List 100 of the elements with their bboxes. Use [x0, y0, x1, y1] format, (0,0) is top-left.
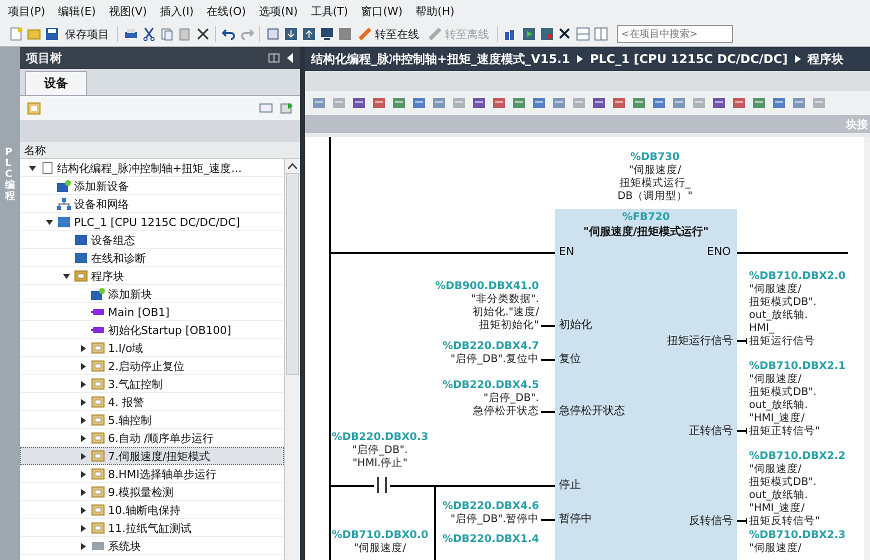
menu-item[interactable]: 工具(T) [310, 4, 348, 18]
tree-item[interactable]: 添加新设备 [74, 178, 129, 194]
editor-tool-icon[interactable] [791, 96, 807, 110]
search-field[interactable]: <在项目中搜索> [617, 25, 733, 43]
stop-cpu-icon[interactable] [539, 26, 554, 42]
editor-tool-icon[interactable] [531, 96, 547, 110]
operand-address: %DB710.DBX2.1 [749, 360, 847, 373]
collapsed-arrow-icon[interactable] [80, 542, 88, 550]
editor-tool-icon[interactable] [431, 96, 447, 110]
save-project-button[interactable]: 保存项目 [62, 26, 112, 42]
go-online-button[interactable]: 转至在线 [355, 26, 422, 42]
tree-item[interactable]: 在线和诊断 [91, 250, 146, 266]
editor-tool-icon[interactable] [351, 96, 367, 110]
collapsed-arrow-icon[interactable] [80, 344, 88, 352]
tree-item[interactable]: 设备和网络 [74, 196, 129, 212]
tree-item[interactable]: 8.HMI选择轴单步运行 [108, 466, 217, 482]
tree-item[interactable]: Main [OB1] [108, 306, 170, 318]
tree-item[interactable]: PLC_1 [CPU 1215C DC/DC/DC] [74, 216, 240, 228]
collapse-icon[interactable] [286, 53, 294, 63]
editor-tool-icon[interactable] [671, 96, 687, 110]
menu-item[interactable]: 在线(O) [206, 4, 246, 18]
expanded-arrow-icon[interactable] [46, 218, 54, 226]
editor-tool-icon[interactable] [391, 96, 407, 110]
start-cpu-icon[interactable] [521, 26, 536, 42]
export-icon[interactable] [279, 100, 294, 116]
save-icon[interactable] [44, 26, 59, 42]
monitor-icon[interactable] [319, 26, 334, 42]
undo-icon[interactable] [221, 26, 236, 42]
editor-tool-icon[interactable] [631, 96, 647, 110]
split-horizontal-icon[interactable] [575, 26, 590, 42]
breadcrumb-item[interactable]: 程序块 [808, 50, 844, 68]
collapsed-arrow-icon[interactable] [80, 488, 88, 496]
menu-item[interactable]: 视图(V) [108, 4, 147, 18]
scroll-up-icon[interactable] [288, 163, 297, 169]
tree-item[interactable]: 6.自动 /顺序单步运行 [108, 430, 214, 446]
tree-item[interactable]: 2.启动停止复位 [108, 358, 184, 374]
breadcrumb-item[interactable]: PLC_1 [CPU 1215C DC/DC/DC] [590, 52, 788, 66]
menu-item[interactable]: 项目(P) [8, 4, 46, 18]
breadcrumb-item[interactable]: 结构化编程_脉冲控制轴+扭矩_速度模式_V15.1 [311, 50, 570, 68]
new-project-icon[interactable] [8, 26, 23, 42]
tree-item[interactable]: 程序块 [91, 268, 124, 284]
overview-icon[interactable] [258, 100, 273, 116]
close-icon[interactable] [557, 26, 572, 42]
collapsed-arrow-icon[interactable] [80, 506, 88, 514]
tree-item[interactable]: 1.I/o域 [108, 340, 144, 356]
editor-tool-icon[interactable] [511, 96, 527, 110]
editor-tool-icon[interactable] [591, 96, 607, 110]
tree-item[interactable]: 设备组态 [91, 232, 135, 248]
editor-tool-icon[interactable] [711, 96, 727, 110]
collapsed-arrow-icon[interactable] [80, 380, 88, 388]
tree-item[interactable]: 10.轴断电保持 [108, 502, 180, 518]
collapsed-arrow-icon[interactable] [80, 416, 88, 424]
tree-item[interactable]: 结构化编程_脉冲控制轴+扭矩_速度... [57, 160, 242, 176]
menu-item[interactable]: 帮助(H) [416, 4, 454, 18]
delete-icon[interactable] [195, 26, 210, 42]
tree-item[interactable]: 9.模拟量检测 [108, 484, 174, 500]
panel-layout-icon[interactable] [268, 53, 280, 63]
download-icon[interactable] [283, 26, 298, 42]
menu-item[interactable]: 插入(I) [160, 4, 194, 18]
tree-item[interactable]: 11.拉纸气缸测试 [108, 520, 192, 536]
editor-tool-icon[interactable] [651, 96, 667, 110]
column-header[interactable]: 名称 [24, 142, 46, 158]
upload-icon[interactable] [301, 26, 316, 42]
tree-item[interactable]: 3.气缸控制 [108, 376, 162, 392]
editor-tool-icon[interactable] [731, 96, 747, 110]
editor-tool-icon[interactable] [411, 96, 427, 110]
tree-item[interactable]: 4. 报警 [108, 394, 144, 410]
editor-tool-icon[interactable] [771, 96, 787, 110]
tab[interactable]: 设备 [25, 71, 87, 95]
collapsed-arrow-icon[interactable] [80, 434, 88, 442]
collapsed-arrow-icon[interactable] [80, 398, 88, 406]
tree-item[interactable]: 初始化Startup [OB100] [108, 322, 232, 338]
open-folder-icon[interactable] [26, 26, 41, 42]
pin-label: 暂停中 [559, 512, 592, 526]
collapsed-arrow-icon[interactable] [80, 452, 88, 460]
pin-label: 正转信号 [689, 424, 733, 438]
editor-tool-icon[interactable] [611, 96, 627, 110]
collapsed-arrow-icon[interactable] [80, 362, 88, 370]
menu-item[interactable]: 窗口(W) [361, 4, 403, 18]
expanded-arrow-icon[interactable] [29, 164, 37, 172]
editor-tool-icon[interactable] [371, 96, 387, 110]
tree-item[interactable]: 添加新块 [108, 286, 152, 302]
editor-tool-icon[interactable] [471, 96, 487, 110]
split-vertical-icon[interactable] [593, 26, 608, 42]
editor-tool-icon[interactable] [751, 96, 767, 110]
add-device-icon[interactable] [26, 100, 41, 116]
tree-item[interactable]: 5.轴控制 [108, 412, 152, 428]
editor-tool-icon[interactable] [551, 96, 567, 110]
collapsed-arrow-icon[interactable] [80, 524, 88, 532]
group-icon [91, 360, 105, 372]
copy-icon[interactable] [159, 26, 174, 42]
collapsed-arrow-icon[interactable] [80, 470, 88, 478]
cut-icon[interactable] [141, 26, 156, 42]
editor-tool-icon[interactable] [491, 96, 507, 110]
scroll-thumb[interactable] [286, 173, 299, 375]
editor-tool-icon[interactable] [311, 96, 327, 110]
menu-item[interactable]: 选项(N) [258, 4, 298, 18]
expanded-arrow-icon[interactable] [63, 272, 71, 280]
menu-item[interactable]: 编辑(E) [58, 4, 96, 18]
tree-item[interactable]: 系统块 [108, 538, 141, 554]
